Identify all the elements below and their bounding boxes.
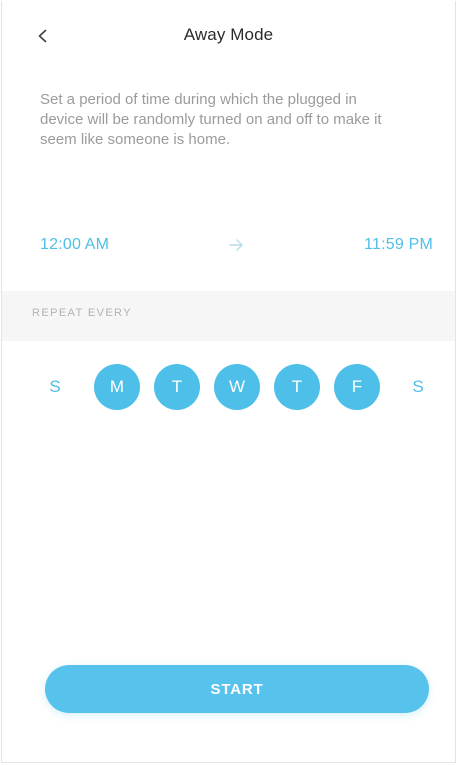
arrow-right-icon <box>229 239 243 251</box>
start-time[interactable]: 12:00 AM <box>40 236 109 254</box>
day-sunday[interactable]: S <box>32 364 78 410</box>
day-wednesday[interactable]: W <box>214 364 260 410</box>
away-mode-screen: Away Mode Set a period of time during wh… <box>1 1 456 763</box>
end-time[interactable]: 11:59 PM <box>364 236 433 254</box>
day-selector: S M T W T F S <box>26 364 435 410</box>
header: Away Mode <box>2 1 455 71</box>
repeat-label: REPEAT EVERY <box>32 307 132 319</box>
page-title: Away Mode <box>183 25 274 44</box>
start-button[interactable]: START <box>45 665 429 713</box>
day-thursday[interactable]: T <box>274 364 320 410</box>
day-monday[interactable]: M <box>94 364 140 410</box>
repeat-section-header: REPEAT EVERY <box>2 291 455 341</box>
day-friday[interactable]: F <box>334 364 380 410</box>
day-tuesday[interactable]: T <box>154 364 200 410</box>
day-saturday[interactable]: S <box>395 364 441 410</box>
time-range-row: 12:00 AM 11:59 PM <box>40 233 433 257</box>
description-text: Set a period of time during which the pl… <box>40 91 382 148</box>
